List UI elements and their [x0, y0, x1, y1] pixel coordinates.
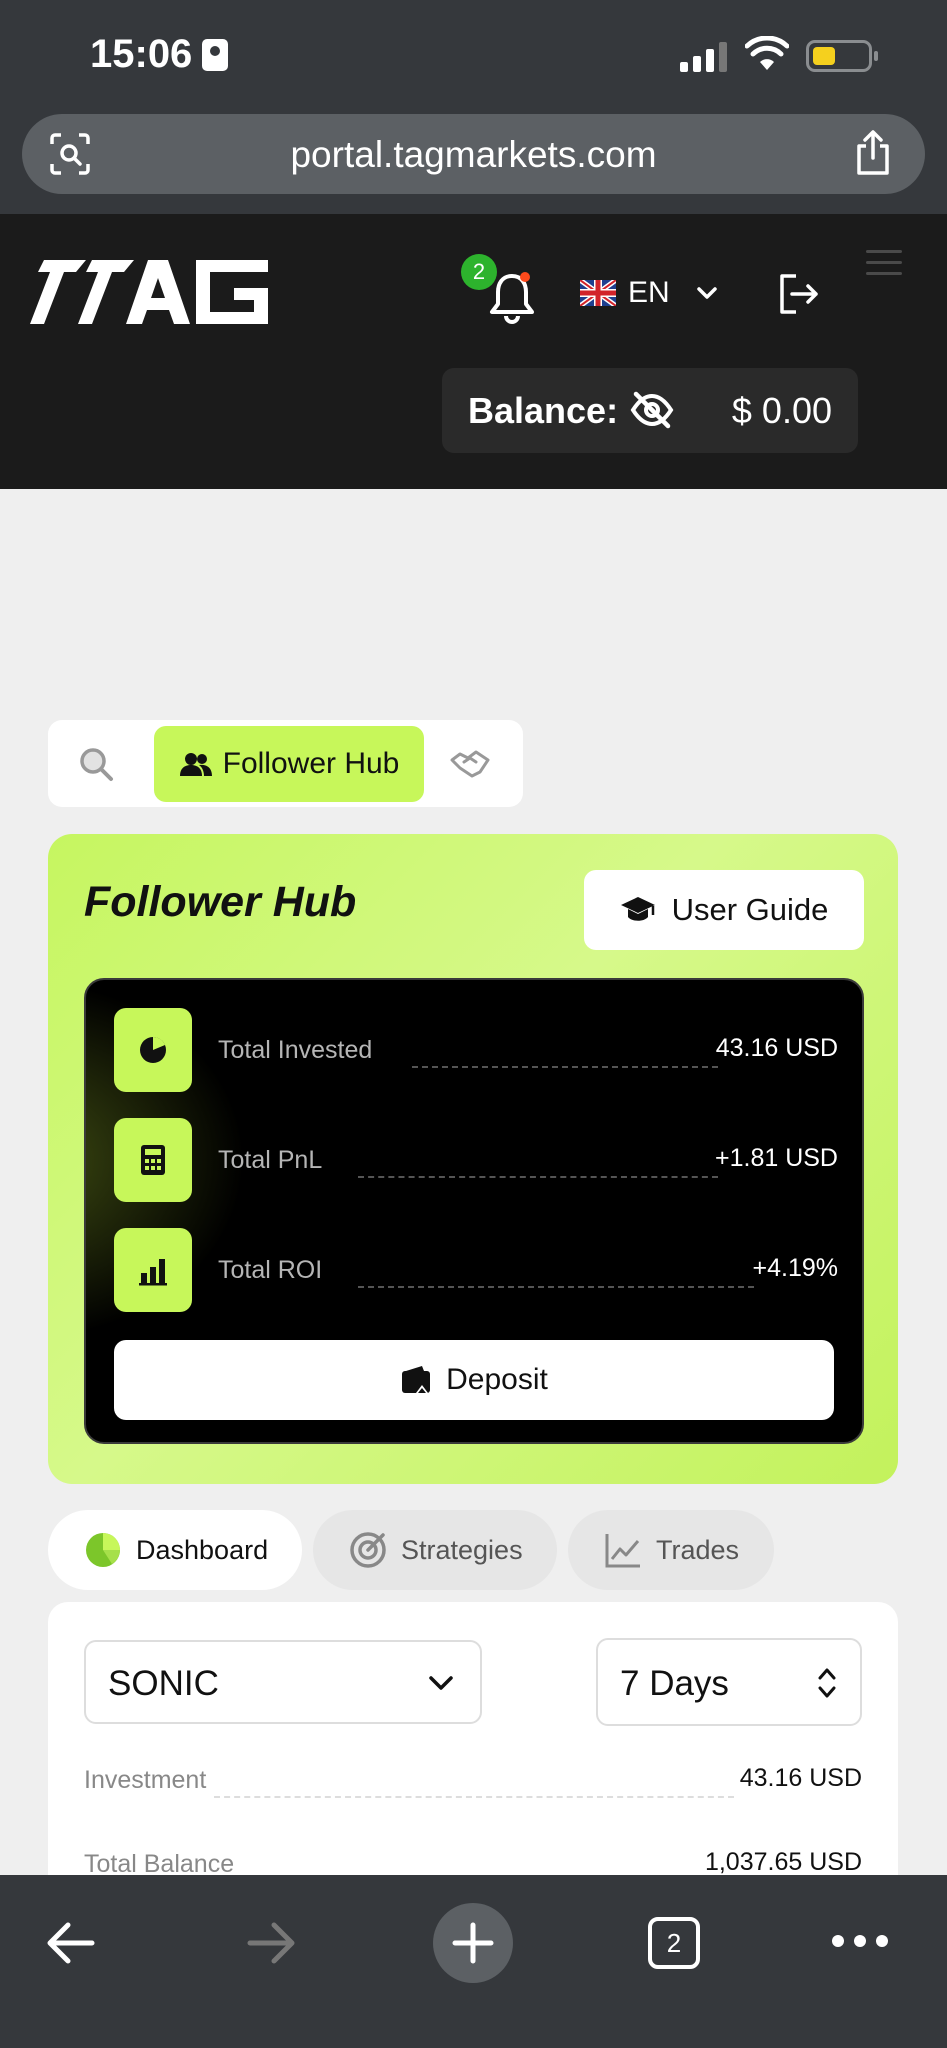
notification-count-badge: 2	[461, 254, 497, 290]
language-code: EN	[628, 276, 670, 309]
strategy-select-value: SONIC	[108, 1664, 219, 1703]
wifi-icon	[745, 36, 789, 70]
handshake-icon[interactable]	[450, 748, 490, 780]
tab-follower-hub[interactable]: Follower Hub	[154, 726, 424, 802]
row-label: Investment	[84, 1766, 207, 1794]
search-icon[interactable]	[78, 746, 114, 782]
chevron-down-icon	[696, 287, 717, 299]
status-time: 15:06	[90, 32, 229, 77]
user-guide-button[interactable]: User Guide	[584, 870, 864, 950]
stat-label: Total PnL	[218, 1146, 323, 1174]
wallet-icon	[402, 1366, 431, 1393]
tab-dashboard-label: Dashboard	[136, 1534, 269, 1565]
plus-icon	[452, 1922, 494, 1964]
strategy-select[interactable]: SONIC	[84, 1640, 482, 1724]
app-header: 2 EN Balance: $ 0.00	[0, 214, 947, 489]
period-select-value: 7 Days	[620, 1664, 729, 1703]
investment-row: Investment 43.16 USD	[84, 1760, 862, 1800]
share-icon[interactable]	[853, 130, 893, 176]
clock-text: 15:06	[90, 32, 193, 76]
line-chart-icon	[605, 1534, 640, 1568]
stat-total-pnl: Total PnL +1.81 USD	[114, 1118, 838, 1202]
hamburger-menu-icon[interactable]	[866, 250, 902, 280]
tab-strategies[interactable]: Strategies	[313, 1510, 557, 1590]
stat-total-roi: Total ROI +4.19%	[114, 1228, 838, 1312]
tag-logo[interactable]	[30, 260, 268, 324]
cellular-signal-icon	[680, 40, 727, 72]
dotted-leader	[358, 1286, 754, 1288]
pie-chart-icon	[86, 1533, 120, 1567]
logout-icon[interactable]	[776, 272, 820, 316]
calculator-icon	[114, 1118, 192, 1202]
dotted-leader	[358, 1176, 718, 1178]
forward-arrow-icon[interactable]	[246, 1921, 298, 1965]
deposit-label: Deposit	[446, 1363, 548, 1396]
balance-label: Balance:	[468, 390, 619, 431]
eye-slash-icon[interactable]	[630, 390, 674, 430]
tab-trades-label: Trades	[656, 1534, 740, 1565]
dashboard-panel: SONIC 7 Days Investment 43.16 USD Total …	[48, 1602, 898, 1902]
chevron-down-icon	[429, 1676, 453, 1690]
tab-strategies-label: Strategies	[401, 1534, 523, 1565]
battery-icon	[806, 40, 878, 72]
tab-dashboard[interactable]: Dashboard	[48, 1510, 302, 1590]
stat-value: 43.16 USD	[715, 1034, 838, 1062]
uk-flag-icon	[580, 280, 616, 306]
language-selector[interactable]: EN	[580, 276, 718, 310]
contact-card-icon	[202, 38, 229, 71]
row-value: 43.16 USD	[739, 1764, 862, 1792]
bar-chart-icon	[114, 1228, 192, 1312]
back-arrow-icon[interactable]	[44, 1921, 96, 1965]
row-value: 1,037.65 USD	[704, 1848, 862, 1876]
url-text[interactable]: portal.tagmarkets.com	[22, 134, 925, 176]
stat-total-invested: Total Invested 43.16 USD	[114, 1008, 838, 1092]
balance-value: $ 0.00	[731, 390, 832, 431]
period-select[interactable]: 7 Days	[596, 1638, 862, 1726]
hub-title: Follower Hub	[84, 878, 357, 926]
browser-address-area: portal.tagmarkets.com	[0, 110, 947, 214]
status-bar: 15:06	[0, 0, 947, 110]
stat-label: Total Invested	[218, 1036, 373, 1064]
new-tab-button[interactable]	[433, 1903, 513, 1983]
stat-label: Total ROI	[218, 1256, 323, 1284]
stats-panel: Total Invested 43.16 USD Total PnL +1.81…	[84, 978, 864, 1444]
dotted-leader	[412, 1066, 718, 1068]
tab-follower-hub-label: Follower Hub	[222, 747, 400, 780]
stat-value: +1.81 USD	[715, 1144, 838, 1172]
dotted-leader	[214, 1796, 734, 1798]
hub-switcher: Follower Hub	[48, 720, 523, 807]
stat-value: +4.19%	[752, 1254, 839, 1282]
users-icon	[179, 753, 212, 776]
tabs-count-button[interactable]: 2	[648, 1917, 700, 1969]
address-bar[interactable]: portal.tagmarkets.com	[22, 114, 925, 194]
balance-display: Balance: $ 0.00	[442, 368, 858, 453]
deposit-button[interactable]: Deposit	[114, 1340, 834, 1420]
pie-chart-icon	[114, 1008, 192, 1092]
graduation-cap-icon	[620, 897, 655, 921]
browser-toolbar: 2	[0, 1875, 947, 2048]
more-options-icon[interactable]	[832, 1935, 888, 1949]
tab-trades[interactable]: Trades	[568, 1510, 774, 1590]
target-icon	[350, 1532, 386, 1568]
chevron-up-down-icon	[818, 1668, 836, 1698]
follower-hub-card: Follower Hub User Guide Total Invested 4…	[48, 834, 898, 1484]
user-guide-label: User Guide	[671, 892, 829, 927]
notification-dot	[520, 272, 530, 282]
